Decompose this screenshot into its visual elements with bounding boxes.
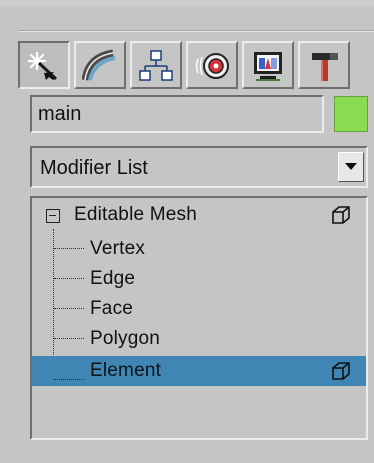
tab-hierarchy[interactable]: [130, 41, 182, 89]
object-name-text: main: [38, 103, 82, 125]
tab-display[interactable]: [242, 41, 294, 89]
display-icon: [254, 52, 282, 81]
modifier-stack: Editable Mesh Vertex Edge Face Polygon E…: [30, 196, 368, 440]
stack-item-label: Polygon: [90, 328, 161, 349]
tab-motion[interactable]: [186, 41, 238, 89]
stack-item-face[interactable]: Face: [32, 294, 366, 324]
mesh-cube-icon[interactable]: [330, 360, 352, 382]
dropdown-arrow-button[interactable]: [338, 152, 364, 182]
command-panel: main Modifier List Editable Mesh Vertex …: [0, 0, 374, 463]
create-wand-icon: [27, 51, 58, 81]
tab-modify[interactable]: [74, 41, 126, 89]
object-color-swatch[interactable]: [334, 96, 368, 132]
stack-item-edge[interactable]: Edge: [32, 264, 366, 294]
stack-item-label: Edge: [90, 268, 136, 289]
stack-item-polygon[interactable]: Polygon: [32, 324, 366, 354]
stack-item-editable-mesh[interactable]: Editable Mesh: [32, 200, 366, 230]
tab-create[interactable]: [18, 41, 70, 89]
stack-item-element[interactable]: Element: [32, 356, 366, 386]
stack-item-label: Element: [90, 360, 162, 381]
panel-top-edge: [0, 0, 374, 6]
modifier-list-dropdown[interactable]: Modifier List: [30, 146, 368, 188]
collapse-icon[interactable]: [46, 209, 60, 223]
modify-curve-icon: [82, 49, 116, 81]
chevron-down-icon: [345, 163, 357, 170]
hierarchy-icon: [139, 50, 173, 81]
tab-utilities[interactable]: [298, 41, 350, 89]
stack-item-vertex[interactable]: Vertex: [32, 234, 366, 264]
motion-icon: [195, 53, 229, 79]
stack-item-label: Editable Mesh: [74, 204, 198, 225]
mesh-cube-icon[interactable]: [330, 204, 352, 226]
command-panel-tabs: [18, 41, 374, 91]
utilities-hammer-icon: [312, 53, 338, 81]
modifier-list-label: Modifier List: [40, 157, 148, 179]
stack-item-label: Face: [90, 298, 134, 319]
tree-branch: [54, 379, 84, 380]
stack-item-label: Vertex: [90, 238, 146, 259]
object-name-field[interactable]: main: [30, 95, 324, 133]
panel-divider-highlight: [18, 31, 374, 32]
